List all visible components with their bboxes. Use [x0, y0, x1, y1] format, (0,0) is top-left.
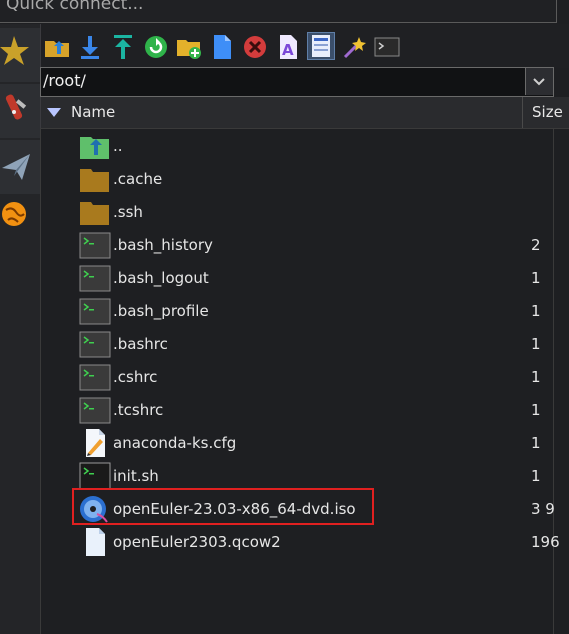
quick-connect-placeholder: Quick connect... [6, 0, 144, 14]
terminal-file-icon [79, 331, 111, 358]
file-name: .bash_logout [113, 269, 209, 287]
list-item[interactable]: .bash_history 2 [41, 228, 556, 261]
file-size: 1 [531, 302, 541, 320]
parent-directory-icon[interactable] [44, 34, 70, 60]
file-name: .ssh [113, 203, 143, 221]
favorites-star-icon[interactable] [0, 28, 40, 82]
file-size: 2 [531, 236, 541, 254]
path-value: /root/ [43, 71, 86, 90]
column-size-header[interactable]: Size [532, 103, 563, 121]
file-name: .bash_history [113, 236, 213, 254]
list-item[interactable]: .cache [41, 162, 556, 195]
script-file-icon [79, 462, 111, 490]
file-name: anaconda-ks.cfg [113, 434, 237, 452]
list-item[interactable]: .ssh [41, 195, 556, 228]
file-name: .cshrc [113, 368, 158, 386]
blank-file-icon [86, 528, 105, 556]
file-name: .bash_profile [113, 302, 209, 320]
file-size: 1 [531, 401, 541, 419]
list-item[interactable]: .tcshrc 1 [41, 393, 556, 426]
selection-highlight-box [72, 488, 374, 525]
file-name: openEuler2303.qcow2 [113, 533, 281, 551]
file-name: .. [113, 137, 123, 155]
network-globe-icon[interactable] [0, 196, 40, 250]
parent-folder-icon [80, 137, 109, 159]
folder-icon [80, 202, 109, 225]
list-item[interactable]: .. [41, 129, 556, 162]
file-toolbar: A [41, 24, 569, 68]
tools-knife-icon[interactable] [0, 84, 40, 138]
refresh-icon[interactable] [143, 34, 169, 60]
upload-icon[interactable] [110, 34, 136, 60]
new-file-icon[interactable] [209, 34, 235, 60]
path-input[interactable]: /root/ [40, 67, 554, 97]
quick-connect-input[interactable]: Quick connect... [0, 0, 557, 23]
column-separator[interactable] [522, 97, 523, 128]
file-size: 1 [531, 467, 541, 485]
terminal-file-icon [79, 232, 111, 259]
list-item[interactable]: .bash_profile 1 [41, 294, 556, 327]
sort-arrow-icon[interactable] [47, 108, 61, 117]
file-name: .tcshrc [113, 401, 164, 419]
list-item[interactable]: .bashrc 1 [41, 327, 556, 360]
terminal-file-icon [79, 397, 111, 424]
terminal-file-icon [79, 265, 111, 292]
list-item[interactable]: openEuler2303.qcow2 196 [41, 525, 560, 558]
file-size: 1 [531, 335, 541, 353]
terminal-file-icon [79, 364, 111, 391]
text-file-edit-icon [86, 429, 105, 457]
file-size: 3 9 [531, 500, 555, 518]
file-list-header: Name Size [41, 97, 569, 129]
new-folder-icon[interactable] [176, 34, 202, 60]
chevron-down-icon [533, 78, 545, 86]
file-size: 1 [531, 434, 541, 452]
magic-wand-icon[interactable] [341, 34, 367, 60]
send-paper-plane-icon[interactable] [0, 140, 40, 194]
file-name: .cache [113, 170, 163, 188]
svg-text:A: A [282, 41, 294, 59]
download-icon[interactable] [77, 34, 103, 60]
folder-icon [80, 169, 109, 192]
file-name: init.sh [113, 467, 159, 485]
list-item[interactable]: .bash_logout 1 [41, 261, 556, 294]
file-name: .bashrc [113, 335, 168, 353]
list-item[interactable]: anaconda-ks.cfg 1 [41, 426, 556, 459]
file-size: 196 [531, 533, 560, 551]
list-item[interactable]: .cshrc 1 [41, 360, 556, 393]
terminal-file-icon [79, 298, 111, 325]
delete-icon[interactable] [242, 34, 268, 60]
open-terminal-icon[interactable] [374, 34, 400, 60]
rename-icon[interactable]: A [275, 34, 301, 60]
properties-icon[interactable] [307, 32, 335, 60]
file-size: 1 [531, 269, 541, 287]
column-name-header[interactable]: Name [71, 103, 115, 121]
file-size: 1 [531, 368, 541, 386]
file-list: .. .cache .ssh .bash_history 2 .bash_log… [41, 128, 569, 634]
path-dropdown-button[interactable] [525, 68, 553, 95]
left-sidebar [0, 24, 41, 634]
